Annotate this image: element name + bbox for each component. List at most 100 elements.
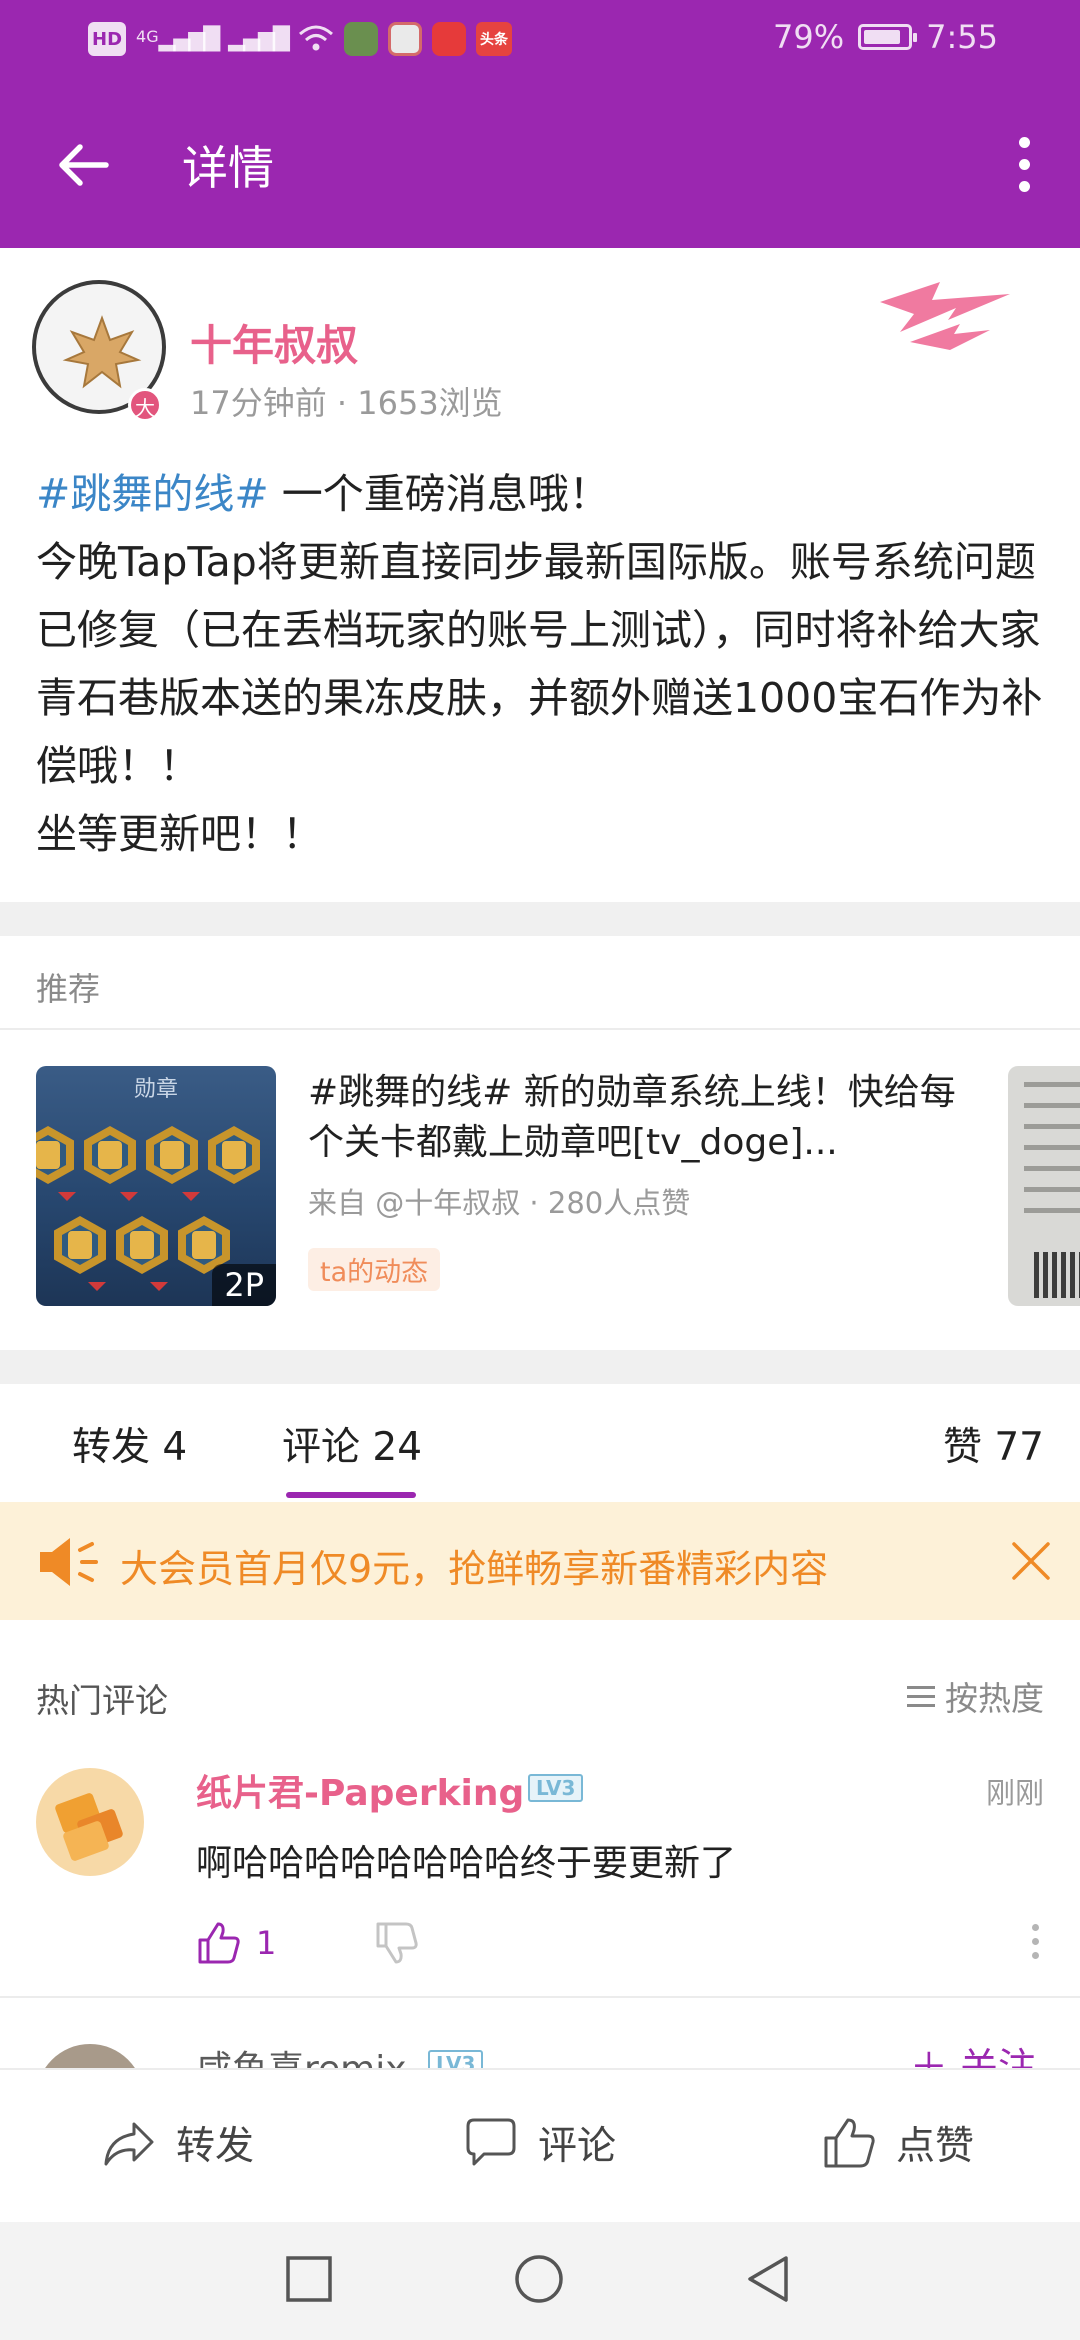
comment-time: 刚刚 — [985, 1776, 1044, 1810]
comment-item: 咸鱼喜remix LV3 ＋ 关注 — [0, 2000, 1080, 2068]
comment-item: 纸片君-Paperking LV3 刚刚 啊哈哈哈哈哈哈哈哈终于要更新了 1 — [0, 1740, 1080, 1998]
recents-icon[interactable] — [280, 2250, 338, 2308]
thumbs-up-icon — [824, 2118, 875, 2168]
commenter-avatar[interactable] — [36, 2044, 144, 2068]
qr-code-icon — [1034, 1252, 1080, 1298]
level-badge: LV3 — [428, 2050, 484, 2068]
app-notify-icon-2 — [387, 22, 422, 56]
comment-bubble-icon — [466, 2118, 516, 2166]
medal-icon — [36, 1126, 74, 1184]
thumbs-up-icon — [198, 1922, 240, 1964]
like-count: 1 — [256, 1924, 277, 1962]
commenter-name[interactable]: 纸片君-Paperking — [196, 1764, 524, 1816]
signal-2-icon: ▂▄▆█ — [228, 26, 290, 52]
arrow-icon — [88, 1282, 106, 1291]
clock: 7:55 — [926, 18, 998, 56]
like-label: 点赞 — [896, 2124, 975, 2169]
medal-icon — [208, 1126, 260, 1184]
decoration-badge-icon — [880, 282, 1010, 350]
close-icon[interactable] — [1010, 1540, 1052, 1582]
comments-header: 热门评论 按热度 — [0, 1620, 1080, 1740]
battery-percent: 79% — [773, 18, 845, 56]
recommend-list: 勋章 2P #跳舞的线# 新的勋章系统上线！快给每个关卡都戴上勋章吧[tv_do… — [0, 1030, 1080, 1350]
thumbs-down-icon[interactable] — [374, 1920, 420, 1966]
signal-4g-icon: 4G▂▄▆█ — [136, 26, 220, 52]
recommend-label: 推荐 — [36, 970, 101, 1008]
comment-like-button[interactable]: 1 — [196, 1920, 276, 1966]
share-icon — [104, 2122, 154, 2166]
post-content: #跳舞的线# 一个重磅消息哦！ 今晚TapTap将更新直接同步最新国际版。账号系… — [36, 460, 1046, 868]
app-notify-icon-1 — [343, 22, 378, 56]
repost-label: 转发 — [176, 2124, 255, 2169]
toutiao-icon: 头条 — [475, 22, 512, 56]
recommend-tag: ta的动态 — [308, 1248, 441, 1291]
active-tab-indicator — [286, 1492, 416, 1498]
section-divider — [0, 1350, 1080, 1384]
network-type: 4G — [136, 26, 159, 46]
speaker-icon — [40, 1538, 98, 1586]
post-body: 今晚TapTap将更新直接同步最新国际版。账号系统问题已修复（已在丢档玩家的账号… — [36, 538, 1043, 790]
status-bar: HD 4G▂▄▆█ ▂▄▆█ 头条 79% 7:55 — [0, 0, 1080, 82]
recommend-thumbnail[interactable]: 勋章 2P — [36, 1066, 276, 1306]
sort-label: 按热度 — [945, 1679, 1044, 1718]
comment-text: 啊哈哈哈哈哈哈哈哈终于要更新了 — [196, 1843, 737, 1884]
comment-label: 评论 — [538, 2124, 617, 2169]
wifi-icon — [298, 25, 333, 51]
avatar-level-badge: 大 — [128, 388, 162, 422]
post-headline: 一个重磅消息哦！ — [268, 470, 610, 518]
app-notify-icon-3 — [431, 22, 466, 56]
text-lines — [1024, 1082, 1080, 1229]
interaction-tabs: 转发 4 评论 24 赞 77 — [0, 1384, 1080, 1502]
follow-button[interactable]: ＋ 关注 — [910, 2036, 1036, 2068]
recommend-source: 来自 @十年叔叔 · 280人点赞 — [308, 1186, 691, 1220]
status-left: HD 4G▂▄▆█ ▂▄▆█ 头条 — [88, 22, 512, 56]
commenter-avatar[interactable] — [36, 1768, 144, 1876]
medal-icon — [54, 1216, 106, 1274]
more-vert-icon[interactable] — [1004, 131, 1044, 199]
hot-comments-label: 热门评论 — [36, 1681, 168, 1720]
post-meta: 17分钟前 · 1653浏览 — [190, 384, 503, 422]
page-title: 详情 — [182, 141, 274, 195]
recommend-title[interactable]: #跳舞的线# 新的勋章系统上线！快给每个关卡都戴上勋章吧[tv_doge]... — [308, 1068, 988, 1168]
recommend-next-thumbnail[interactable] — [1008, 1066, 1080, 1306]
repost-button[interactable]: 转发 — [100, 2114, 254, 2172]
arrow-icon — [182, 1192, 200, 1201]
battery-icon — [858, 24, 918, 50]
menu-icon — [907, 1680, 935, 1713]
arrow-back-icon[interactable] — [52, 133, 116, 197]
medal-icon — [84, 1126, 136, 1184]
commenter-name[interactable]: 咸鱼喜remix — [196, 2040, 407, 2068]
app-bar: 详情 — [0, 82, 1080, 248]
detail-screen: HD 4G▂▄▆█ ▂▄▆█ 头条 79% 7:55 详情 大 十年叔叔 17分… — [0, 0, 1080, 2340]
post-hashtag[interactable]: #跳舞的线# — [36, 470, 269, 518]
maple-leaf-icon — [62, 315, 142, 389]
comment-more-icon[interactable] — [1032, 1924, 1042, 1968]
back-triangle-icon[interactable] — [740, 2250, 798, 2308]
post-closing: 坐等更新吧！！ — [36, 810, 323, 858]
system-nav-bar — [0, 2222, 1080, 2340]
arrow-icon — [150, 1282, 168, 1291]
section-divider — [0, 902, 1080, 936]
hd-badge: HD — [88, 22, 127, 56]
arrow-icon — [120, 1192, 138, 1201]
sort-button[interactable]: 按热度 — [907, 1672, 1044, 1720]
home-icon[interactable] — [510, 2250, 568, 2308]
comment-button[interactable]: 评论 — [462, 2114, 616, 2172]
arrow-icon — [58, 1192, 76, 1201]
like-button[interactable]: 点赞 — [820, 2114, 974, 2172]
vip-promo-banner[interactable]: 大会员首月仅9元，抢鲜畅享新番精彩内容 — [0, 1502, 1080, 1620]
medal-icon — [116, 1216, 168, 1274]
tab-repost[interactable]: 转发 4 — [72, 1416, 187, 1472]
status-right: 79% 7:55 — [773, 18, 998, 56]
thumb-banner: 勋章 — [133, 1077, 178, 1102]
promo-text: 大会员首月仅9元，抢鲜畅享新番精彩内容 — [120, 1547, 829, 1591]
bottom-action-bar: 转发 评论 点赞 — [0, 2068, 1080, 2222]
page-count-badge: 2P — [212, 1264, 276, 1306]
author-name[interactable]: 十年叔叔 — [190, 312, 358, 373]
tab-comment[interactable]: 评论 24 — [282, 1416, 422, 1472]
recommend-header: 推荐 — [0, 936, 1080, 1030]
medal-icon — [146, 1126, 198, 1184]
post-card: 大 十年叔叔 17分钟前 · 1653浏览 #跳舞的线# 一个重磅消息哦！ 今晚… — [0, 248, 1080, 902]
level-badge: LV3 — [528, 1774, 584, 1802]
tab-like[interactable]: 赞 77 — [943, 1416, 1044, 1472]
